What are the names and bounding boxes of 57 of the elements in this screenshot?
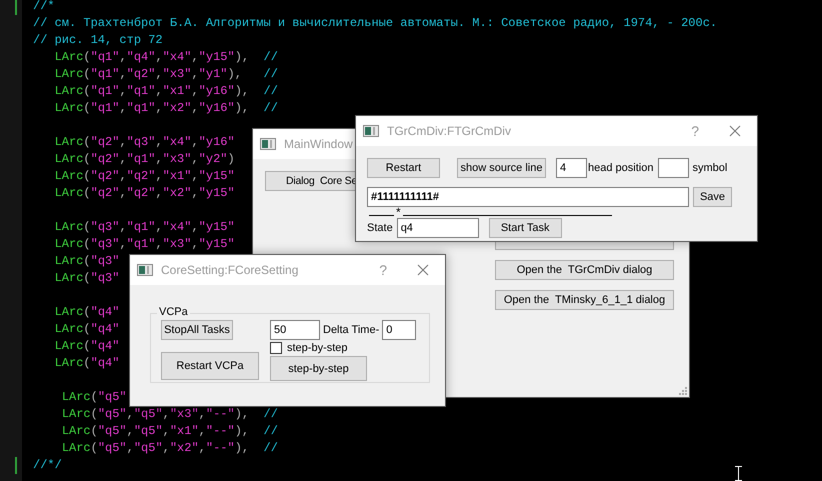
state-label: State [367, 222, 393, 234]
tape-field[interactable]: #1111111111# [367, 187, 689, 207]
interval-field[interactable]: 50 [270, 320, 320, 340]
symbol-field[interactable] [658, 158, 690, 178]
code-line: LArc("q3","q1","x4","y15" [54, 220, 235, 234]
code-line: //*/ [33, 458, 62, 472]
group-title: VCPa [157, 306, 190, 318]
code-line: LArc("q1","q2","x3","y1"), // [54, 67, 278, 81]
window-title: TGrCmDiv:FTGrCmDiv [387, 124, 511, 138]
symbol-label: symbol [692, 162, 728, 174]
delta-time-field[interactable]: 0 [382, 320, 416, 340]
step-checkbox-label: step-by-step [287, 342, 348, 354]
code-line: LArc("q4" [54, 322, 120, 336]
code-line: LArc("q1","q1","x1","y16"), // [54, 84, 278, 98]
restart-button[interactable]: Restart [367, 158, 440, 178]
code-line: LArc("q4" [54, 356, 120, 370]
app-icon [260, 138, 276, 150]
code-line: LArc("q5" [60, 390, 127, 404]
code-line: LArc("q2","q3","x4","y16" [54, 135, 235, 149]
code-line: LArc("q2","q2","x1","y15" [54, 169, 235, 183]
show-source-button[interactable]: show source line [457, 158, 546, 178]
open-dialog-button[interactable]: Open the TMinsky_6_1_1 dialog [495, 290, 674, 310]
code-line: //* [33, 0, 55, 13]
code-line: LArc("q5","q5","x2","--"), // [60, 441, 278, 455]
stop-all-button[interactable]: StopAll Tasks [161, 320, 233, 340]
code-line: LArc("q4" [54, 305, 120, 319]
close-icon[interactable] [729, 125, 741, 137]
state-field[interactable]: q4 [396, 218, 479, 238]
step-checkbox[interactable] [270, 342, 282, 354]
window-title: CoreSetting:FCoreSetting [161, 263, 298, 277]
close-icon[interactable] [417, 264, 429, 276]
head-position-field[interactable]: 4 [556, 158, 587, 178]
resize-grip-icon[interactable] [679, 387, 687, 395]
code-line: LArc("q3","q1","x3","y15" [54, 237, 235, 251]
head-marker: * [396, 207, 401, 217]
code-line: LArc("q2","q1","x3","y2") [54, 152, 235, 166]
code-line: LArc("q5","q5","x1","--"), // [60, 424, 278, 438]
window-title: MainWindow [284, 137, 353, 151]
start-task-button[interactable]: Start Task [488, 218, 562, 238]
delta-time-label: Delta Time- [323, 324, 380, 336]
code-line: LArc("q2","q2","x2","y15" [54, 186, 235, 200]
step-button[interactable]: step-by-step [270, 356, 367, 381]
save-button[interactable]: Save [693, 187, 732, 207]
code-line: // рис. 14, стр 72 [33, 33, 163, 47]
app-icon [363, 125, 379, 137]
open-dialog-button[interactable]: Open the TGrCmDiv dialog [495, 260, 674, 280]
code-line: LArc("q4" [54, 339, 120, 353]
code-line: LArc("q1","q1","x2","y16"), // [54, 101, 278, 115]
code-line: // см. Трахтенброт Б.А. Алгоритмы и вычислительные автоматы. М.: Советское радио, 1974, - 200с. [33, 16, 718, 30]
code-line: LArc("q5","q5","x3","--"), // [60, 407, 278, 421]
code-line: LArc("q1","q4","x4","y15"), // [54, 50, 278, 64]
code-line: LArc("q3" [54, 271, 120, 285]
text-cursor-icon [734, 466, 743, 481]
code-line: LArc("q3" [54, 254, 120, 268]
app-icon [137, 264, 153, 276]
head-position-label: head position [588, 162, 654, 174]
restart-vcpa-button[interactable]: Restart VCPa [161, 352, 259, 380]
